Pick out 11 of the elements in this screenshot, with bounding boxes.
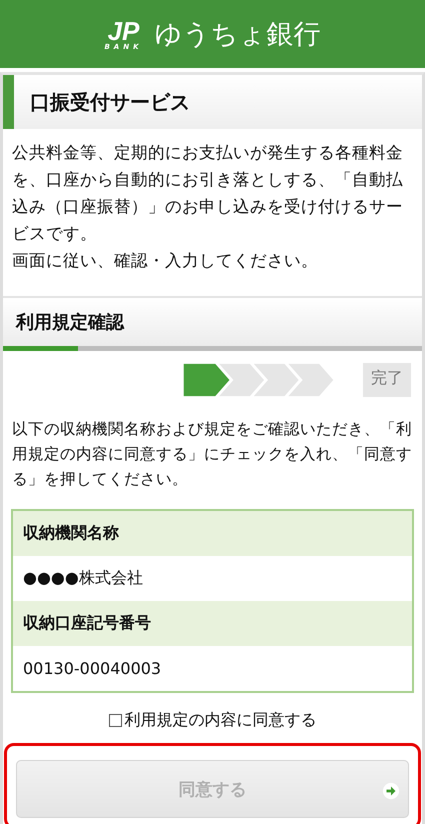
description-text: 画面に従い、確認・入力してください。 — [12, 250, 319, 272]
checkbox-label: 利用規定の内容に同意する — [124, 710, 316, 731]
description-text: 公共料金等、定期的にお支払いが発生する各種料金を、口座から自動的にお引き落としする、「自動払込み（口座振替）」のお申し込みを受け付けるサービスです。 — [12, 142, 404, 245]
table-cell: 収納機関名称 — [13, 511, 412, 556]
instruction-text: 以下の収納機関名称および規定をご確認いただき、「利用規定の内容に同意する」にチェックを入れ、「同意する」を押してください。 — [12, 419, 413, 490]
agree-checkbox[interactable] — [108, 714, 122, 727]
table-cell: 収納口座記号番号 — [13, 601, 412, 646]
section-heading: 利用規定確認 — [3, 296, 422, 346]
step-label: 完了 — [363, 363, 411, 397]
section-heading: 口振受付サービス — [3, 75, 422, 129]
bank-name: ゆうちょ銀行 — [154, 18, 321, 52]
